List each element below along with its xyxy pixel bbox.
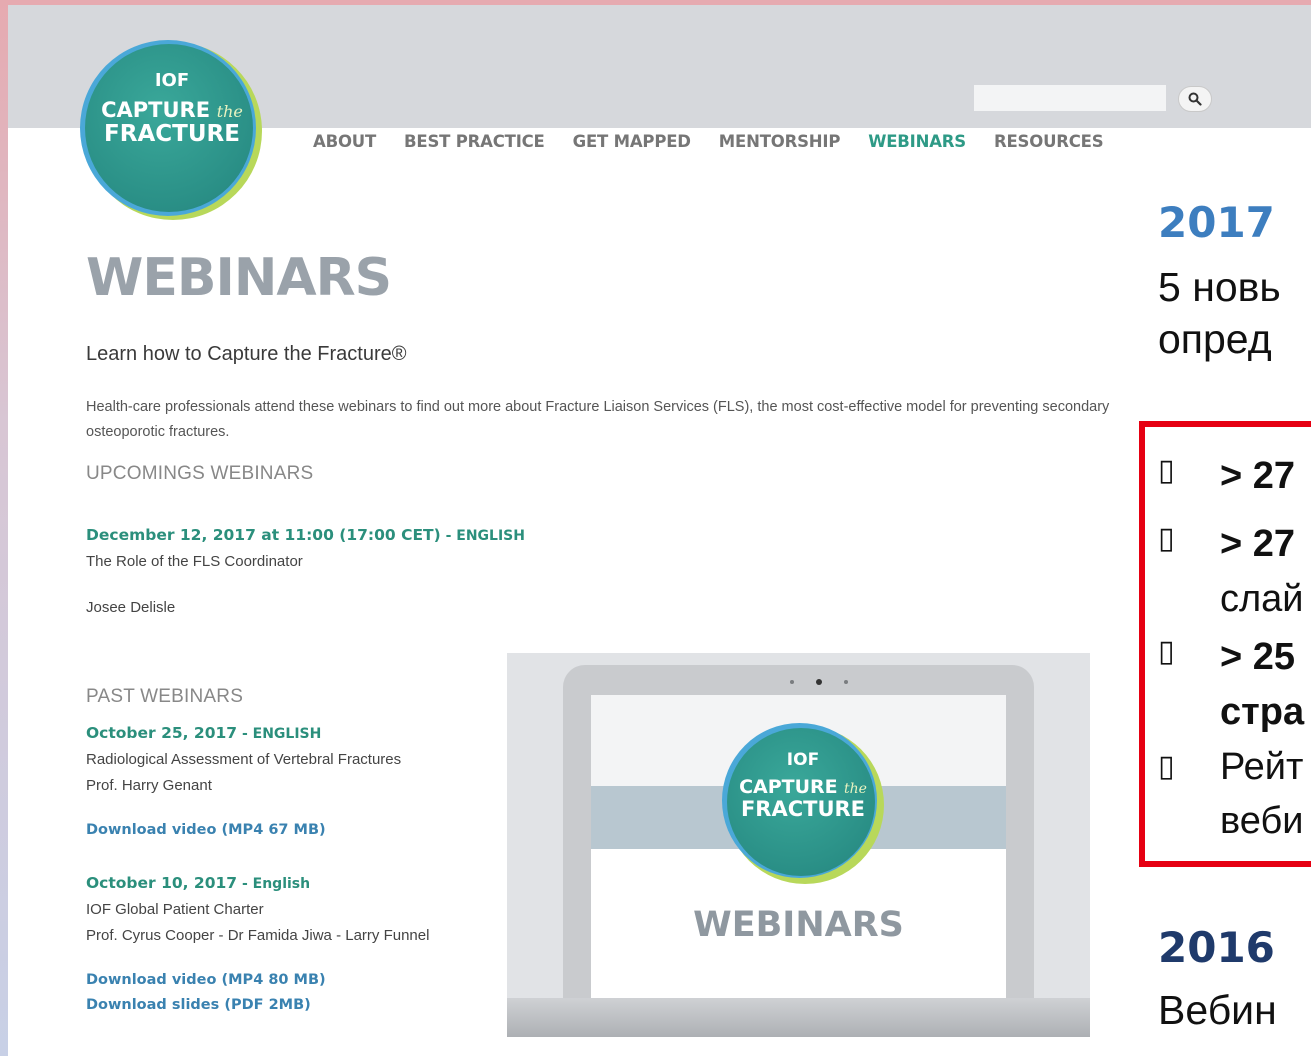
- main-nav: ABOUT BEST PRACTICE GET MAPPED MENTORSHI…: [313, 132, 1104, 151]
- laptop-screen: IOF CAPTURE the FRACTURE WEBINARS: [591, 695, 1006, 1030]
- past-webinar-1-date: October 25, 2017 - ENGLISH: [86, 724, 321, 742]
- past-1-lang: - ENGLISH: [237, 726, 322, 742]
- past-2-lang: - English: [237, 876, 311, 892]
- logo-org: IOF: [154, 70, 190, 91]
- past-2-date-text: October 10, 2017: [86, 874, 238, 892]
- upcoming-heading: UPCOMINGS WEBINARS: [86, 463, 314, 484]
- past-webinar-1-speaker: Prof. Harry Genant: [86, 777, 212, 794]
- nav-resources[interactable]: RESOURCES: [994, 132, 1104, 151]
- laptop-sensor: [844, 680, 848, 684]
- text-2017-line2: опред: [1158, 316, 1272, 362]
- download-slides-link-2[interactable]: Download slides (PDF 2MB): [86, 997, 311, 1013]
- site-logo[interactable]: IOF CAPTURE the FRACTURE: [80, 38, 264, 222]
- logo-line2: FRACTURE: [104, 120, 240, 147]
- page-title: WEBINARS: [86, 248, 392, 308]
- screen-logo: IOF CAPTURE the FRACTURE: [722, 722, 884, 884]
- search-input[interactable]: [974, 85, 1166, 111]
- nav-mentorship[interactable]: MENTORSHIP: [719, 132, 841, 151]
- year-2017-heading: 2017: [1158, 198, 1275, 247]
- laptop-promo-image: IOF CAPTURE the FRACTURE WEBINARS: [507, 653, 1090, 1037]
- stat-2-text: > 27: [1220, 523, 1296, 565]
- stat-4-text: Рейт: [1220, 746, 1304, 788]
- slide: IOF CAPTURE the FRACTURE ABOUT BEST PRAC…: [8, 5, 1311, 1056]
- nav-get-mapped[interactable]: GET MAPPED: [573, 132, 691, 151]
- stat-bullet-3: ▯: [1158, 634, 1175, 669]
- text-2016-line1: Вебин: [1158, 987, 1277, 1033]
- screen-title: WEBINARS: [693, 905, 904, 945]
- stat-4-cont: веби: [1220, 800, 1304, 842]
- upcoming-webinar-title: The Role of the FLS Coordinator: [86, 553, 303, 570]
- download-video-link-2[interactable]: Download video (MP4 80 MB): [86, 972, 326, 988]
- nav-webinars[interactable]: WEBINARS: [868, 132, 966, 151]
- download-video-link-1[interactable]: Download video (MP4 67 MB): [86, 822, 326, 838]
- past-webinar-1-title: Radiological Assessment of Vertebral Fra…: [86, 751, 402, 768]
- stat-bullet-1: ▯: [1158, 453, 1175, 488]
- laptop-camera: [816, 679, 822, 685]
- stat-3-cont: стра: [1220, 691, 1305, 733]
- past-webinar-2-date: October 10, 2017 - English: [86, 874, 310, 892]
- upcoming-webinar-speaker: Josee Delisle: [86, 599, 176, 616]
- text-2017-line1: 5 новь: [1158, 264, 1281, 310]
- stat-bullet-2: ▯: [1158, 521, 1175, 556]
- screen-logo-the: the: [843, 780, 867, 797]
- laptop-base: [507, 998, 1090, 1037]
- year-2016-heading: 2016: [1158, 923, 1275, 972]
- page-subtitle: Learn how to Capture the Fracture®: [86, 343, 407, 365]
- nav-best-practice[interactable]: BEST PRACTICE: [404, 132, 545, 151]
- past-heading: PAST WEBINARS: [86, 686, 244, 707]
- past-1-date-text: October 25, 2017: [86, 724, 238, 742]
- stat-bullet-4: ▯: [1158, 749, 1175, 784]
- logo-line1: CAPTURE: [101, 97, 211, 122]
- laptop-led: [790, 680, 794, 684]
- logo-the: the: [216, 101, 243, 121]
- screen-logo-line2: FRACTURE: [740, 796, 866, 821]
- search-icon: [1188, 92, 1202, 106]
- search-button[interactable]: [1178, 86, 1212, 112]
- screen-logo-org: IOF: [786, 750, 820, 770]
- stat-2-cont: слай: [1220, 578, 1304, 620]
- stat-1-text: > 27: [1220, 455, 1296, 497]
- upcoming-webinar-date: December 12, 2017 at 11:00 (17:00 CET) -…: [86, 526, 525, 544]
- screen-logo-line1: CAPTURE: [739, 775, 838, 798]
- upcoming-date-text: December 12, 2017 at 11:00 (17:00 CET): [86, 526, 441, 544]
- past-webinar-2-speaker: Prof. Cyrus Cooper - Dr Famida Jiwa - La…: [86, 927, 430, 944]
- past-webinar-2-title: IOF Global Patient Charter: [86, 901, 264, 918]
- nav-about[interactable]: ABOUT: [313, 132, 376, 151]
- stat-3-text: > 25: [1220, 636, 1296, 678]
- intro-text: Health-care professionals attend these w…: [86, 399, 1110, 440]
- upcoming-lang: - ENGLISH: [440, 528, 525, 544]
